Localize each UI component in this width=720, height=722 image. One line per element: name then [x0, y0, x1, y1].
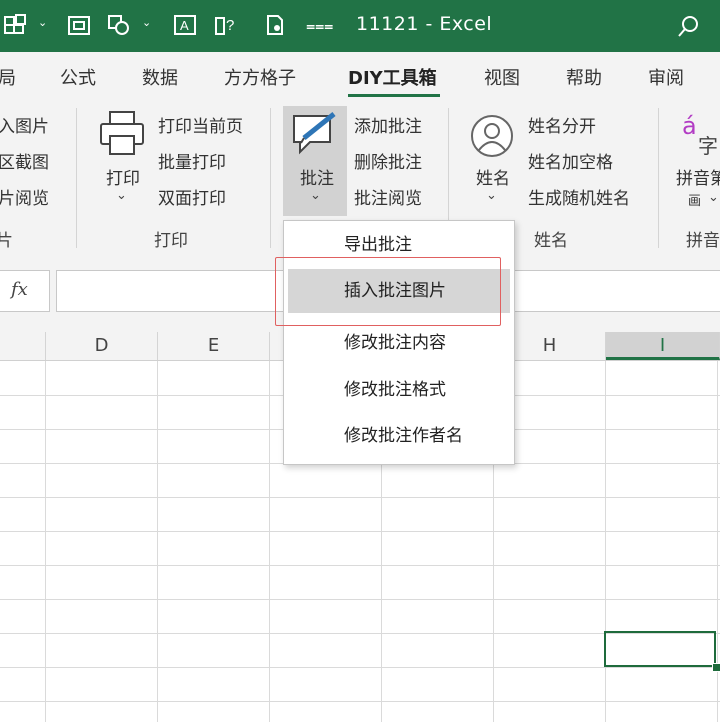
menu-item-label: 修改批注内容 [344, 333, 446, 353]
print-current-page-button[interactable]: 打印当前页 [158, 112, 243, 137]
group-separator [76, 108, 77, 248]
customize-icon[interactable]: ⩶ [306, 14, 333, 38]
tab-diy-toolbox[interactable]: DIY工具箱 [348, 64, 437, 90]
insert-picture-button[interactable]: 入图片 [0, 112, 49, 137]
tab-data[interactable]: 数据 [142, 64, 178, 90]
title-bar: ⌄ ⌄ A ? ⩶ 11121 - Excel [0, 0, 720, 52]
chevron-down-icon[interactable]: ⌄ [38, 16, 47, 29]
pinyin-button[interactable]: 拼音第 [676, 164, 720, 189]
comment-button-label[interactable]: 批注 [300, 164, 334, 189]
picture-view-button[interactable]: 片阅览 [0, 184, 49, 209]
split-name-button[interactable]: 姓名分开 [528, 112, 596, 137]
fill-handle[interactable] [712, 663, 720, 672]
name-add-space-button[interactable]: 姓名加空格 [528, 148, 613, 173]
image-resize-icon[interactable]: ? [214, 14, 240, 38]
add-comment-button[interactable]: 添加批注 [354, 112, 422, 137]
print-button[interactable]: 打印 [106, 164, 140, 189]
ribbon-tab-bar: 局 公式 数据 方方格子 DIY工具箱 视图 帮助 审阅 [0, 52, 720, 98]
fx-icon: fx [11, 279, 28, 300]
text-box-icon[interactable]: A [172, 14, 198, 38]
printer-icon [98, 110, 146, 160]
grid-view-icon[interactable] [2, 14, 28, 38]
menu-item-label: 修改批注格式 [344, 380, 446, 400]
tab-help[interactable]: 帮助 [566, 64, 602, 90]
menu-item-edit-comment-author[interactable]: 修改批注作者名 [284, 414, 514, 458]
active-tab-indicator [348, 94, 440, 97]
search-icon[interactable] [676, 14, 702, 38]
highlight-box [275, 257, 501, 326]
chevron-down-icon[interactable]: ⌄ [142, 16, 151, 29]
comment-pen-icon [290, 110, 340, 160]
chevron-down-icon[interactable]: ⌄ [486, 188, 497, 203]
shapes-icon[interactable] [106, 14, 132, 38]
pinyin-icon: á [682, 112, 697, 140]
chevron-down-icon[interactable]: ⌄ [116, 188, 127, 203]
camera-icon[interactable] [66, 14, 92, 38]
menu-item-edit-comment-content[interactable]: 修改批注内容 [284, 321, 514, 365]
menu-item-label: 修改批注作者名 [344, 426, 463, 446]
grid-line [0, 531, 720, 532]
insert-function-button[interactable]: fx [0, 270, 50, 312]
grid-line [0, 701, 720, 702]
pinyin-char-glyph: 字 [698, 134, 718, 158]
pinyin-stroke-label: 画 [688, 194, 702, 209]
grid-line [0, 565, 720, 566]
duplex-print-button[interactable]: 双面打印 [158, 184, 226, 209]
svg-text:?: ? [226, 17, 234, 34]
view-comments-button[interactable]: 批注阅览 [354, 184, 422, 209]
name-group-label: 姓名 [534, 231, 568, 251]
chevron-down-icon[interactable]: ⌄ [708, 190, 719, 205]
group-separator [270, 108, 271, 248]
print-group-label: 打印 [154, 231, 188, 251]
column-header-i[interactable]: I [606, 332, 720, 360]
column-header-e[interactable]: E [158, 332, 270, 360]
random-name-button[interactable]: 生成随机姓名 [528, 184, 630, 209]
tab-review[interactable]: 审阅 [648, 64, 684, 90]
column-header[interactable] [0, 332, 46, 360]
region-screenshot-button[interactable]: 区截图 [0, 148, 49, 173]
grid-line [0, 599, 720, 600]
tab-fangfang[interactable]: 方方格子 [224, 64, 296, 90]
menu-item-edit-comment-format[interactable]: 修改批注格式 [284, 368, 514, 412]
tab-view[interactable]: 视图 [484, 64, 520, 90]
tab-page-layout[interactable]: 局 [0, 64, 16, 90]
chevron-down-icon[interactable]: ⌄ [310, 188, 321, 203]
column-header-d[interactable]: D [46, 332, 158, 360]
tab-formulas[interactable]: 公式 [60, 64, 96, 90]
pinyin-group-label: 拼音 [686, 231, 720, 251]
svg-text:A: A [180, 18, 189, 33]
document-title: 11121 - Excel [356, 13, 493, 35]
file-icon[interactable] [262, 14, 288, 38]
grid-line [0, 667, 720, 668]
grid-line [0, 497, 720, 498]
picture-group-label: 片 [0, 231, 13, 251]
delete-comment-button[interactable]: 删除批注 [354, 148, 422, 173]
batch-print-button[interactable]: 批量打印 [158, 148, 226, 173]
name-button[interactable]: 姓名 [476, 164, 510, 189]
person-icon [470, 114, 514, 162]
selected-cell[interactable] [604, 631, 716, 667]
group-separator [658, 108, 659, 248]
